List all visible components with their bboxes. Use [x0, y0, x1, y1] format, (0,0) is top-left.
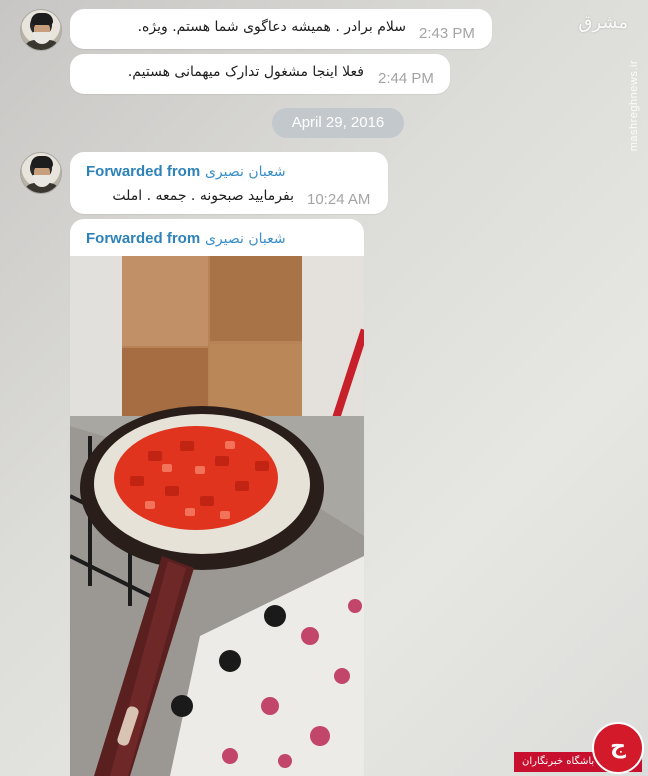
message-bubble[interactable]: سلام برادر . همیشه دعاگوی شما هستم. ویژه…	[70, 9, 492, 49]
message-bubble[interactable]: فعلا اینجا مشغول تدارک میهمانی هستیم. 2:…	[70, 54, 450, 94]
message-time: 10:24 AM	[307, 191, 371, 208]
watermark-url: mashreghnews.ir	[628, 60, 640, 152]
sender-avatar[interactable]	[20, 152, 62, 194]
chat-window: سلام برادر . همیشه دعاگوی شما هستم. ویژه…	[0, 0, 648, 776]
frying-pan-photo	[70, 256, 364, 776]
forwarded-header: Forwarded from شعبان نصیری	[86, 229, 286, 247]
message-text: بفرمایید صبحونه . جمعه . املت	[112, 188, 294, 204]
sender-avatar[interactable]	[20, 9, 62, 51]
badge-logo-icon: ج	[592, 722, 644, 774]
message-time: 2:43 PM	[419, 25, 475, 42]
watermark-logo: مشرق	[578, 12, 628, 33]
forwarded-sender-name[interactable]: شعبان نصیری	[205, 164, 286, 180]
forwarded-label: Forwarded from	[86, 163, 201, 180]
message-text: فعلا اینجا مشغول تدارک میهمانی هستیم.	[127, 64, 364, 80]
forwarded-label: Forwarded from	[86, 230, 201, 247]
corner-badge: باشگاه خبرنگاران ج	[508, 716, 648, 776]
forwarded-sender-name[interactable]: شعبان نصیری	[205, 231, 286, 247]
attached-photo[interactable]	[70, 256, 364, 776]
message-text: سلام برادر . همیشه دعاگوی شما هستم. ویژه…	[137, 19, 406, 35]
forwarded-header: Forwarded from شعبان نصیری	[86, 162, 286, 180]
date-separator: April 29, 2016	[272, 108, 404, 138]
forwarded-message-bubble[interactable]: Forwarded from شعبان نصیری بفرمایید صبحو…	[70, 152, 388, 214]
message-time: 2:44 PM	[378, 70, 434, 87]
